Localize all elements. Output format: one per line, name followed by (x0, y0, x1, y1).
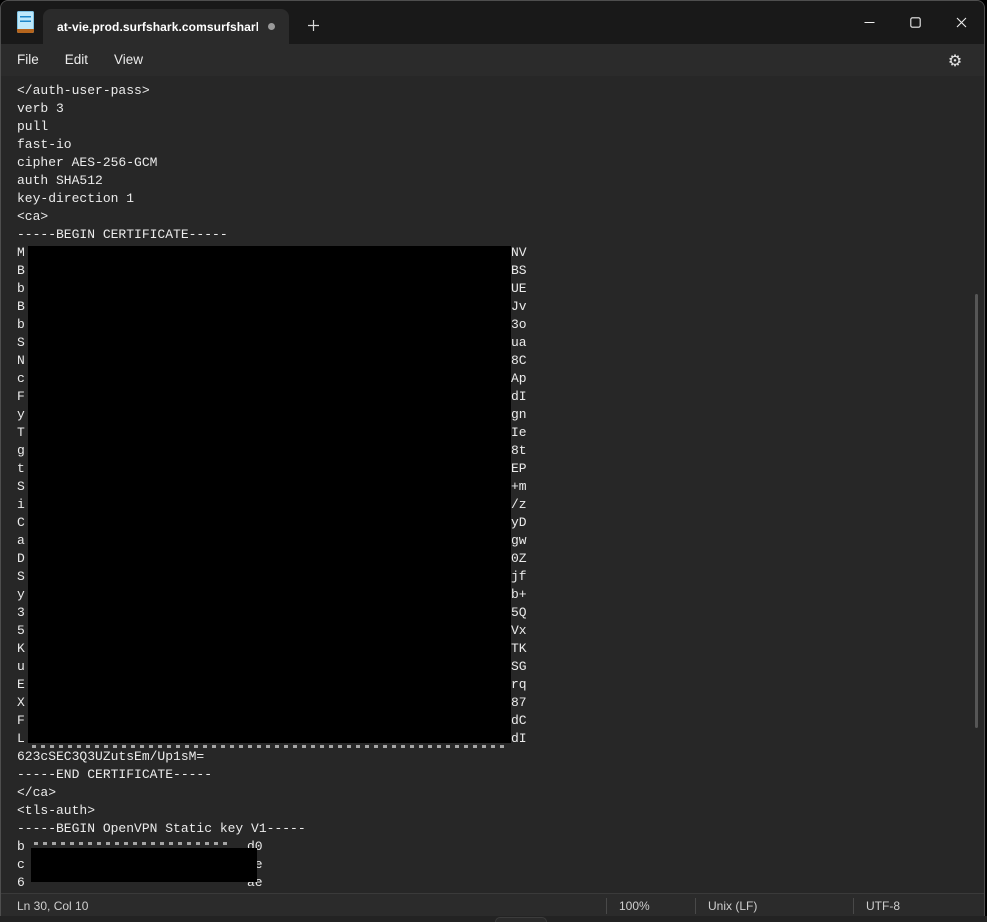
editor-line: auth SHA512 (1, 172, 984, 190)
clipped-glyph-fragments-top (32, 745, 507, 748)
tab-title: at-vie.prod.surfshark.comsurfshark (57, 20, 258, 34)
editor-line: </auth-user-pass> (1, 82, 984, 100)
maximize-button[interactable] (892, 1, 938, 44)
close-button[interactable] (938, 1, 984, 44)
taskbar-center-element (495, 917, 547, 922)
menu-edit[interactable]: Edit (52, 44, 101, 76)
close-icon (956, 17, 967, 28)
redaction-box-certificate (28, 246, 511, 743)
titlebar: at-vie.prod.surfshark.comsurfshark (1, 1, 984, 44)
minimize-icon (864, 17, 875, 28)
clipped-glyph-fragments-bottom (34, 842, 230, 845)
maximize-icon (910, 17, 921, 28)
document-tab[interactable]: at-vie.prod.surfshark.comsurfshark (43, 9, 289, 44)
notepad-app-icon (17, 11, 34, 33)
editor-line: pull (1, 118, 984, 136)
editor-line: -----BEGIN OpenVPN Static key V1----- (1, 820, 984, 838)
text-editor-area[interactable]: </auth-user-pass>verb 3pullfast-iocipher… (1, 76, 984, 893)
editor-line: verb 3 (1, 100, 984, 118)
encoding[interactable]: UTF-8 (853, 898, 984, 914)
taskbar-edge (0, 916, 987, 922)
redaction-box-static-key (31, 848, 257, 882)
statusbar: Ln 30, Col 10 100% Unix (LF) UTF-8 (1, 893, 984, 916)
editor-line: -----END CERTIFICATE----- (1, 766, 984, 784)
unsaved-dot-icon (268, 23, 275, 30)
menubar: File Edit View ⚙ (1, 44, 984, 76)
zoom-level[interactable]: 100% (606, 898, 695, 914)
menu-view[interactable]: View (101, 44, 156, 76)
vertical-scrollbar-thumb[interactable] (975, 294, 978, 728)
editor-line: <ca> (1, 208, 984, 226)
editor-line: </ca> (1, 784, 984, 802)
minimize-button[interactable] (846, 1, 892, 44)
window-controls (846, 1, 984, 44)
new-tab-button[interactable] (299, 13, 327, 37)
editor-line: cipher AES-256-GCM (1, 154, 984, 172)
notepad-window: at-vie.prod.surfshark.comsurfshark (0, 0, 985, 916)
plus-icon (307, 19, 320, 32)
editor-line: -----BEGIN CERTIFICATE----- (1, 226, 984, 244)
menu-file[interactable]: File (4, 44, 52, 76)
settings-gear-icon[interactable]: ⚙ (938, 44, 972, 76)
editor-line: fast-io (1, 136, 984, 154)
editor-line: key-direction 1 (1, 190, 984, 208)
editor-line: <tls-auth> (1, 802, 984, 820)
cursor-position[interactable]: Ln 30, Col 10 (1, 899, 88, 913)
editor-line: 623cSEC3Q3UZutsEm/Up1sM= (1, 748, 984, 766)
line-ending[interactable]: Unix (LF) (695, 898, 853, 914)
